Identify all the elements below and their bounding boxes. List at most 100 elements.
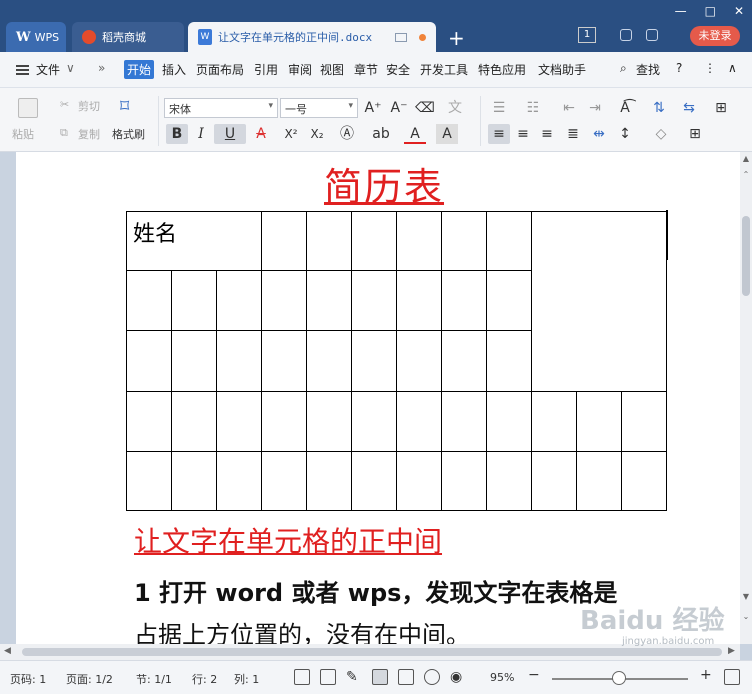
sort-icon[interactable]: ⇅: [648, 98, 670, 118]
table-cell[interactable]: [441, 391, 487, 452]
subscript-button[interactable]: X₂: [306, 124, 328, 144]
eraser-icon[interactable]: ⌫: [414, 98, 436, 118]
align-left-icon[interactable]: ≡: [488, 124, 510, 144]
scroll-up-icon[interactable]: ▲: [740, 154, 752, 163]
increase-indent-icon[interactable]: ⇥: [584, 98, 606, 118]
chevron-down-icon[interactable]: ∨: [66, 61, 75, 75]
tab-document[interactable]: W 让文字在单元格的正中间.docx: [188, 22, 436, 52]
menu-section[interactable]: 章节: [354, 61, 378, 78]
menu-find[interactable]: 查找: [636, 61, 660, 78]
more-icon[interactable]: ⋮: [704, 61, 716, 75]
cut-button[interactable]: 剪切: [78, 98, 100, 114]
copy-icon[interactable]: ⧉: [60, 126, 68, 140]
table-cell[interactable]: [396, 451, 442, 511]
show-marks-icon[interactable]: ⇆: [678, 98, 700, 118]
login-button[interactable]: 未登录: [690, 26, 740, 46]
resume-table[interactable]: 姓名: [126, 211, 667, 511]
document-canvas[interactable]: 简历表 姓名 让文字在单元格的正中间 1 打开 word 或者 wps，发现文字…: [0, 152, 740, 644]
menu-home[interactable]: 开始: [124, 60, 155, 79]
table-cell[interactable]: [126, 391, 172, 452]
justify-icon[interactable]: ≣: [562, 124, 584, 144]
decrease-indent-icon[interactable]: ⇤: [558, 98, 580, 118]
menu-view[interactable]: 视图: [320, 61, 344, 78]
table-cell[interactable]: [351, 391, 397, 452]
table-cell[interactable]: [621, 451, 667, 511]
scroll-right-icon[interactable]: ▶: [728, 646, 735, 656]
zoom-in-button[interactable]: +: [700, 667, 712, 683]
table-cell[interactable]: [486, 330, 532, 392]
menu-page-layout[interactable]: 页面布局: [196, 61, 244, 78]
strikethrough-icon[interactable]: A: [250, 124, 272, 144]
table-cell[interactable]: [171, 270, 217, 331]
char-shading-icon[interactable]: A: [436, 124, 458, 144]
table-cell[interactable]: [171, 391, 217, 452]
table-cell[interactable]: [621, 391, 667, 452]
table-cell[interactable]: [126, 270, 172, 331]
outline-view-icon[interactable]: [398, 669, 414, 685]
table-cell[interactable]: [351, 270, 397, 331]
new-tab-button[interactable]: +: [448, 26, 465, 50]
tab-wps-home[interactable]: W WPS: [6, 22, 66, 52]
paste-icon[interactable]: [18, 98, 38, 118]
table-cell[interactable]: [351, 451, 397, 511]
distribute-icon[interactable]: ⇹: [588, 124, 610, 144]
font-size-select[interactable]: 一号: [280, 98, 358, 118]
decrease-font-icon[interactable]: A⁻: [388, 98, 410, 118]
menu-references[interactable]: 引用: [254, 61, 278, 78]
bullet-list-icon[interactable]: ☰: [488, 98, 510, 118]
vertical-scroll-thumb[interactable]: [742, 216, 750, 296]
table-cell[interactable]: [126, 330, 172, 392]
horizontal-scroll-thumb[interactable]: [22, 648, 722, 656]
format-painter-button[interactable]: 格式刷: [112, 126, 145, 142]
table-cell[interactable]: [261, 211, 307, 271]
menu-security[interactable]: 安全: [386, 61, 410, 78]
scroll-left-icon[interactable]: ◀: [4, 646, 11, 656]
menu-developer[interactable]: 开发工具: [420, 61, 468, 78]
shirt-icon[interactable]: [646, 29, 658, 41]
collapse-ribbon-icon[interactable]: ∧: [728, 61, 737, 75]
table-cell[interactable]: [261, 451, 307, 511]
table-cell[interactable]: [306, 451, 352, 511]
table-cell[interactable]: [261, 270, 307, 331]
italic-button[interactable]: I: [190, 124, 212, 144]
table-cell[interactable]: [441, 270, 487, 331]
globe-icon[interactable]: [424, 669, 440, 685]
increase-font-icon[interactable]: A⁺: [362, 98, 384, 118]
table-cell[interactable]: [576, 391, 622, 452]
table-cell[interactable]: [531, 451, 577, 511]
fit-window-icon[interactable]: [724, 669, 740, 685]
table-cell[interactable]: [306, 211, 352, 271]
pen-icon[interactable]: ✎: [346, 669, 362, 685]
format-painter-icon[interactable]: ⌑: [120, 96, 129, 117]
table-cell[interactable]: [261, 330, 307, 392]
font-family-select[interactable]: 宋体: [164, 98, 278, 118]
table-cell[interactable]: [396, 211, 442, 271]
vertical-scrollbar[interactable]: ▲ ⌃ ▼ ⌄: [740, 152, 752, 644]
table-cell[interactable]: [216, 330, 262, 392]
table-cell[interactable]: [306, 270, 352, 331]
maximize-button[interactable]: □: [705, 4, 716, 18]
table-cell[interactable]: [576, 451, 622, 511]
zoom-out-button[interactable]: −: [528, 667, 540, 683]
table-cell[interactable]: [261, 391, 307, 452]
numbered-list-icon[interactable]: ☷: [522, 98, 544, 118]
page-down-icon[interactable]: ⌄: [740, 612, 752, 621]
search-icon[interactable]: ⌕: [620, 61, 627, 76]
copy-button[interactable]: 复制: [78, 126, 100, 142]
font-color-icon[interactable]: A: [404, 124, 426, 144]
table-layout-icon[interactable]: ⊞: [710, 98, 732, 118]
page-up-icon[interactable]: ⌃: [740, 170, 752, 179]
table-cell[interactable]: [171, 451, 217, 511]
pinyin-icon[interactable]: 文: [444, 98, 466, 118]
table-cell[interactable]: [486, 391, 532, 452]
table-cell[interactable]: [441, 330, 487, 392]
scroll-down-icon[interactable]: ▼: [740, 592, 752, 601]
name-cell[interactable]: 姓名: [126, 211, 262, 271]
eye-icon[interactable]: ◉: [450, 669, 466, 685]
line-spacing-icon[interactable]: ↕: [614, 124, 636, 144]
table-cell[interactable]: [441, 451, 487, 511]
document-page[interactable]: 简历表 姓名 让文字在单元格的正中间 1 打开 word 或者 wps，发现文字…: [16, 152, 740, 644]
table-cell[interactable]: [216, 451, 262, 511]
fill-color-icon[interactable]: ◇: [650, 124, 672, 144]
table-cell[interactable]: [486, 270, 532, 331]
